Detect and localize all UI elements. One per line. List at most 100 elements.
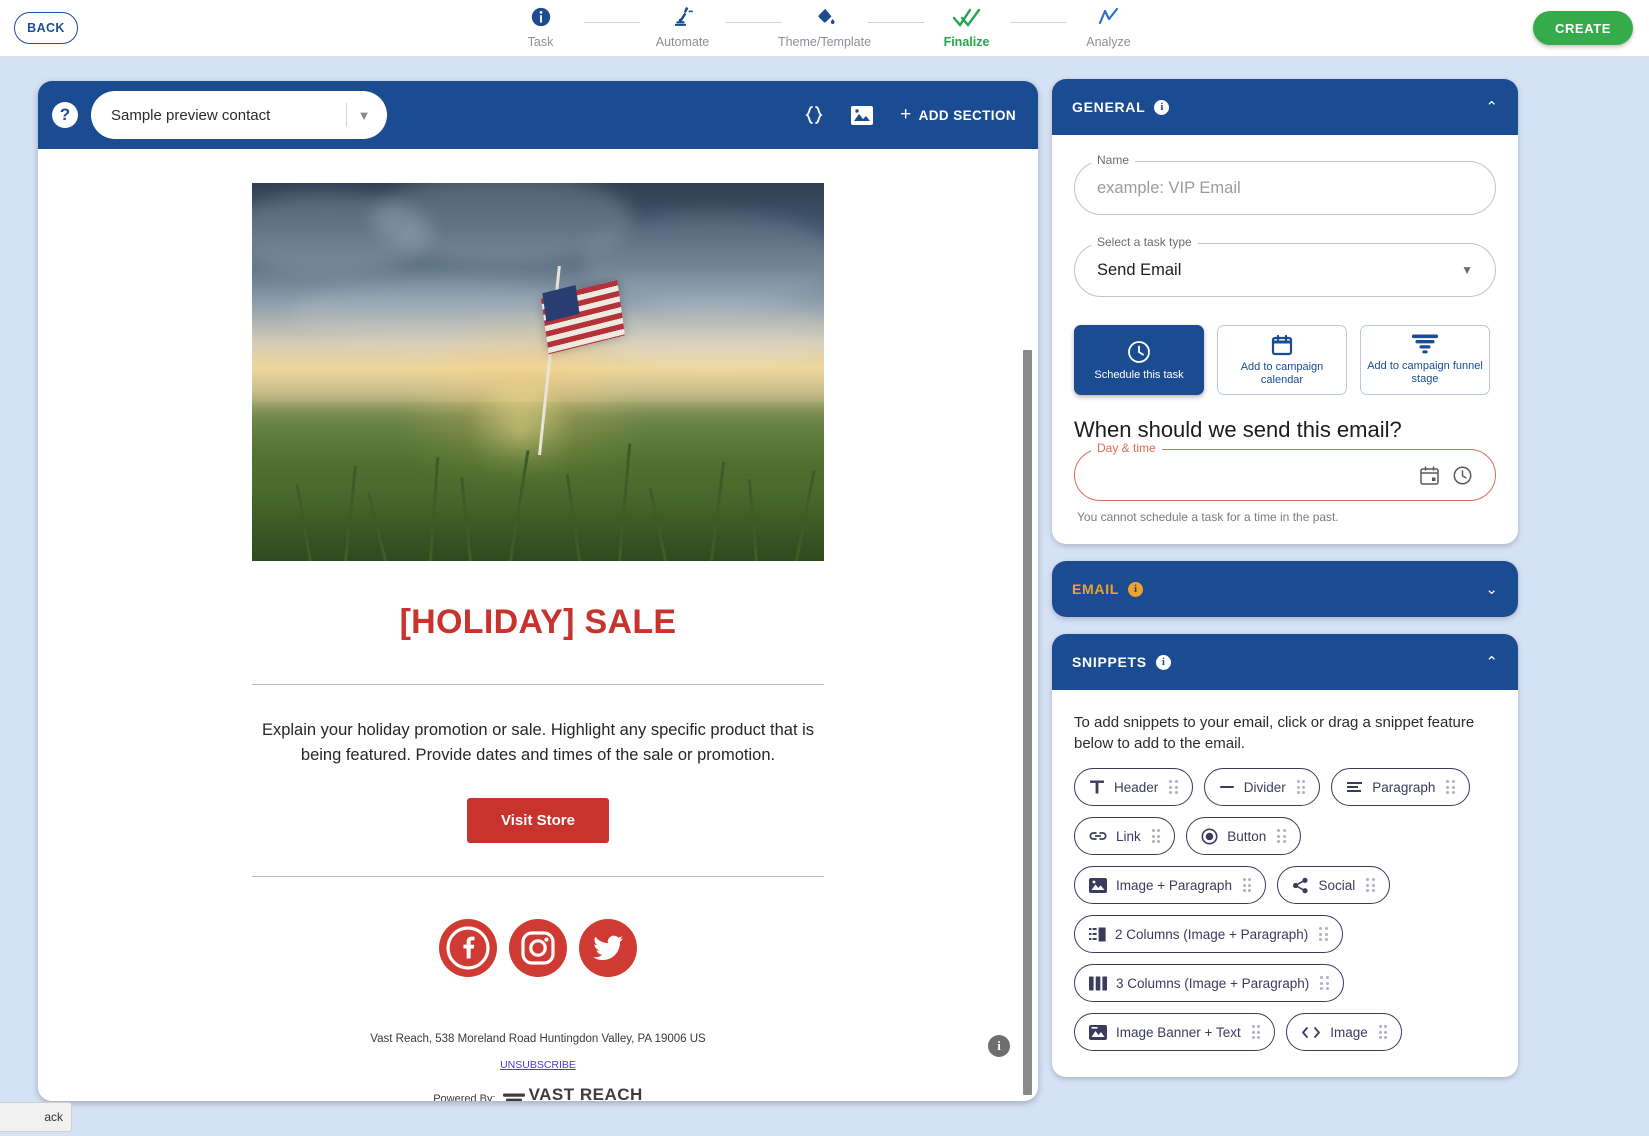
drag-handle-icon[interactable]	[1446, 780, 1455, 794]
email-card: EMAIL i ⌄	[1052, 561, 1518, 617]
chevron-down-icon[interactable]: ⌄	[1485, 580, 1498, 598]
browser-download-item[interactable]: ack	[0, 1102, 72, 1132]
step-theme-template[interactable]: Theme/Template	[778, 2, 871, 49]
step-analyze[interactable]: Analyze	[1066, 2, 1152, 49]
brand-name: VAST REACH	[528, 1085, 643, 1101]
general-card-header[interactable]: GENERAL i ⌃	[1052, 79, 1518, 135]
info-icon[interactable]: i	[1154, 99, 1170, 115]
snippet-image-paragraph-label: Image + Paragraph	[1116, 877, 1232, 893]
snippet-divider[interactable]: Divider	[1203, 768, 1321, 806]
facebook-icon[interactable]	[439, 919, 497, 977]
chevron-up-icon[interactable]: ⌃	[1485, 98, 1498, 116]
drag-handle-icon[interactable]	[1366, 878, 1375, 892]
line-chart-icon	[1097, 2, 1121, 32]
day-time-legend: Day & time	[1091, 441, 1162, 455]
unsubscribe-link[interactable]: UNSUBSCRIBE	[252, 1059, 824, 1071]
step-automate[interactable]: Automate	[640, 2, 726, 49]
drag-handle-icon[interactable]	[1169, 780, 1178, 794]
hero-image[interactable]	[252, 183, 824, 561]
snippet-button-label: Button	[1227, 828, 1267, 844]
chevron-down-icon: ▼	[1461, 263, 1473, 277]
when-send-question: When should we send this email?	[1074, 417, 1402, 442]
step-finalize-label: Finalize	[943, 35, 990, 49]
image-icon[interactable]	[851, 105, 874, 125]
step-task[interactable]: Task	[498, 2, 584, 49]
task-type-legend: Select a task type	[1091, 235, 1198, 249]
schedule-this-task-button[interactable]: Schedule this task	[1074, 325, 1204, 395]
drag-handle-icon[interactable]	[1251, 1025, 1261, 1039]
drag-handle-icon[interactable]	[1151, 829, 1161, 843]
add-to-campaign-funnel-stage-label: Add to campaign funnel stage	[1367, 360, 1483, 385]
scrollbar-thumb[interactable]	[1023, 350, 1032, 1095]
twitter-icon[interactable]	[579, 919, 637, 977]
add-section-button[interactable]: + ADD SECTION	[900, 104, 1016, 126]
snippet-image-banner-text-label: Image Banner + Text	[1116, 1024, 1241, 1040]
snippet-social[interactable]: Social	[1277, 866, 1390, 904]
settings-panel: GENERAL i ⌃ Name example: VIP Email Sele…	[1052, 79, 1518, 1094]
curly-braces-icon[interactable]	[804, 104, 824, 126]
snippet-image-paragraph[interactable]: Image + Paragraph	[1074, 866, 1267, 904]
visit-store-button[interactable]: Visit Store	[467, 798, 609, 843]
drag-handle-icon[interactable]	[1320, 976, 1329, 990]
drag-handle-icon[interactable]	[1378, 1025, 1388, 1039]
snippet-image[interactable]: Image	[1286, 1013, 1403, 1051]
info-icon[interactable]: i	[1128, 581, 1144, 597]
info-icon[interactable]: i	[1155, 654, 1171, 670]
snippets-card-header[interactable]: SNIPPETS i ⌃	[1052, 634, 1518, 690]
schedule-this-task-label: Schedule this task	[1094, 368, 1184, 381]
create-button[interactable]: CREATE	[1533, 11, 1633, 45]
snippet-paragraph[interactable]: Paragraph	[1331, 768, 1470, 806]
snippet-three-columns[interactable]: 3 Columns (Image + Paragraph)	[1074, 964, 1344, 1002]
task-type-value: Send Email	[1097, 260, 1182, 279]
code-image-icon	[1301, 1025, 1321, 1040]
email-paragraph[interactable]: Explain your holiday promotion or sale. …	[252, 718, 824, 768]
email-editor-toolbar: ? Sample preview contact ▼ + ADD SECTION	[38, 81, 1038, 149]
step-connector	[583, 22, 640, 23]
instagram-icon[interactable]	[509, 919, 567, 977]
step-analyze-label: Analyze	[1086, 35, 1131, 49]
question-mark-icon[interactable]: ?	[52, 102, 78, 128]
step-task-label: Task	[527, 35, 554, 49]
snippet-button[interactable]: Button	[1186, 817, 1301, 855]
task-type-select[interactable]: Send Email ▼	[1074, 243, 1496, 297]
back-button[interactable]: BACK	[14, 12, 78, 44]
drag-handle-icon[interactable]	[1296, 780, 1306, 794]
funnel-icon	[1412, 334, 1438, 356]
info-circle-icon	[530, 2, 552, 32]
drag-handle-icon[interactable]	[1242, 878, 1252, 892]
snippets-card-body: To add snippets to your email, click or …	[1052, 690, 1518, 1077]
name-input[interactable]: example: VIP Email	[1074, 161, 1496, 215]
funnel-icon	[502, 1093, 525, 1101]
paint-bucket-icon	[814, 2, 836, 32]
drag-handle-icon[interactable]	[1277, 829, 1286, 843]
preview-contact-select[interactable]: Sample preview contact ▼	[91, 91, 387, 139]
chevron-up-icon[interactable]: ⌃	[1485, 653, 1498, 671]
snippet-header[interactable]: Header	[1074, 768, 1193, 806]
email-preview-scrollbar[interactable]	[1023, 282, 1032, 1097]
text-header-icon	[1089, 779, 1105, 795]
powered-by-label: Powered By:	[433, 1093, 496, 1101]
snippet-link[interactable]: Link	[1074, 817, 1176, 855]
email-card-header[interactable]: EMAIL i ⌄	[1052, 561, 1518, 617]
day-time-input[interactable]	[1074, 449, 1496, 501]
email-headline[interactable]: [HOLIDAY] SALE	[252, 603, 824, 642]
email-social-row	[252, 919, 824, 977]
add-to-campaign-calendar-button[interactable]: Add to campaign calendar	[1217, 325, 1347, 395]
email-cta-wrapper: Visit Store	[252, 798, 824, 843]
email-section-title: EMAIL	[1072, 581, 1120, 597]
snippet-two-columns[interactable]: 2 Columns (Image + Paragraph)	[1074, 915, 1343, 953]
robot-arm-icon	[671, 2, 695, 32]
drag-handle-icon[interactable]	[1319, 927, 1328, 941]
step-finalize[interactable]: Finalize	[924, 2, 1010, 49]
snippets-intro-text: To add snippets to your email, click or …	[1074, 714, 1475, 752]
clock-icon[interactable]	[1452, 465, 1473, 486]
general-card: GENERAL i ⌃ Name example: VIP Email Sele…	[1052, 79, 1518, 544]
snippet-header-label: Header	[1114, 779, 1159, 795]
name-field: Name example: VIP Email	[1074, 153, 1496, 215]
clock-icon	[1126, 339, 1152, 365]
snippet-image-banner-text[interactable]: Image Banner + Text	[1074, 1013, 1276, 1051]
snippets-card: SNIPPETS i ⌃ To add snippets to your ema…	[1052, 634, 1518, 1077]
add-to-campaign-funnel-stage-button[interactable]: Add to campaign funnel stage	[1360, 325, 1490, 395]
email-info-button[interactable]: i	[988, 1035, 1010, 1057]
calendar-icon[interactable]	[1419, 465, 1440, 486]
